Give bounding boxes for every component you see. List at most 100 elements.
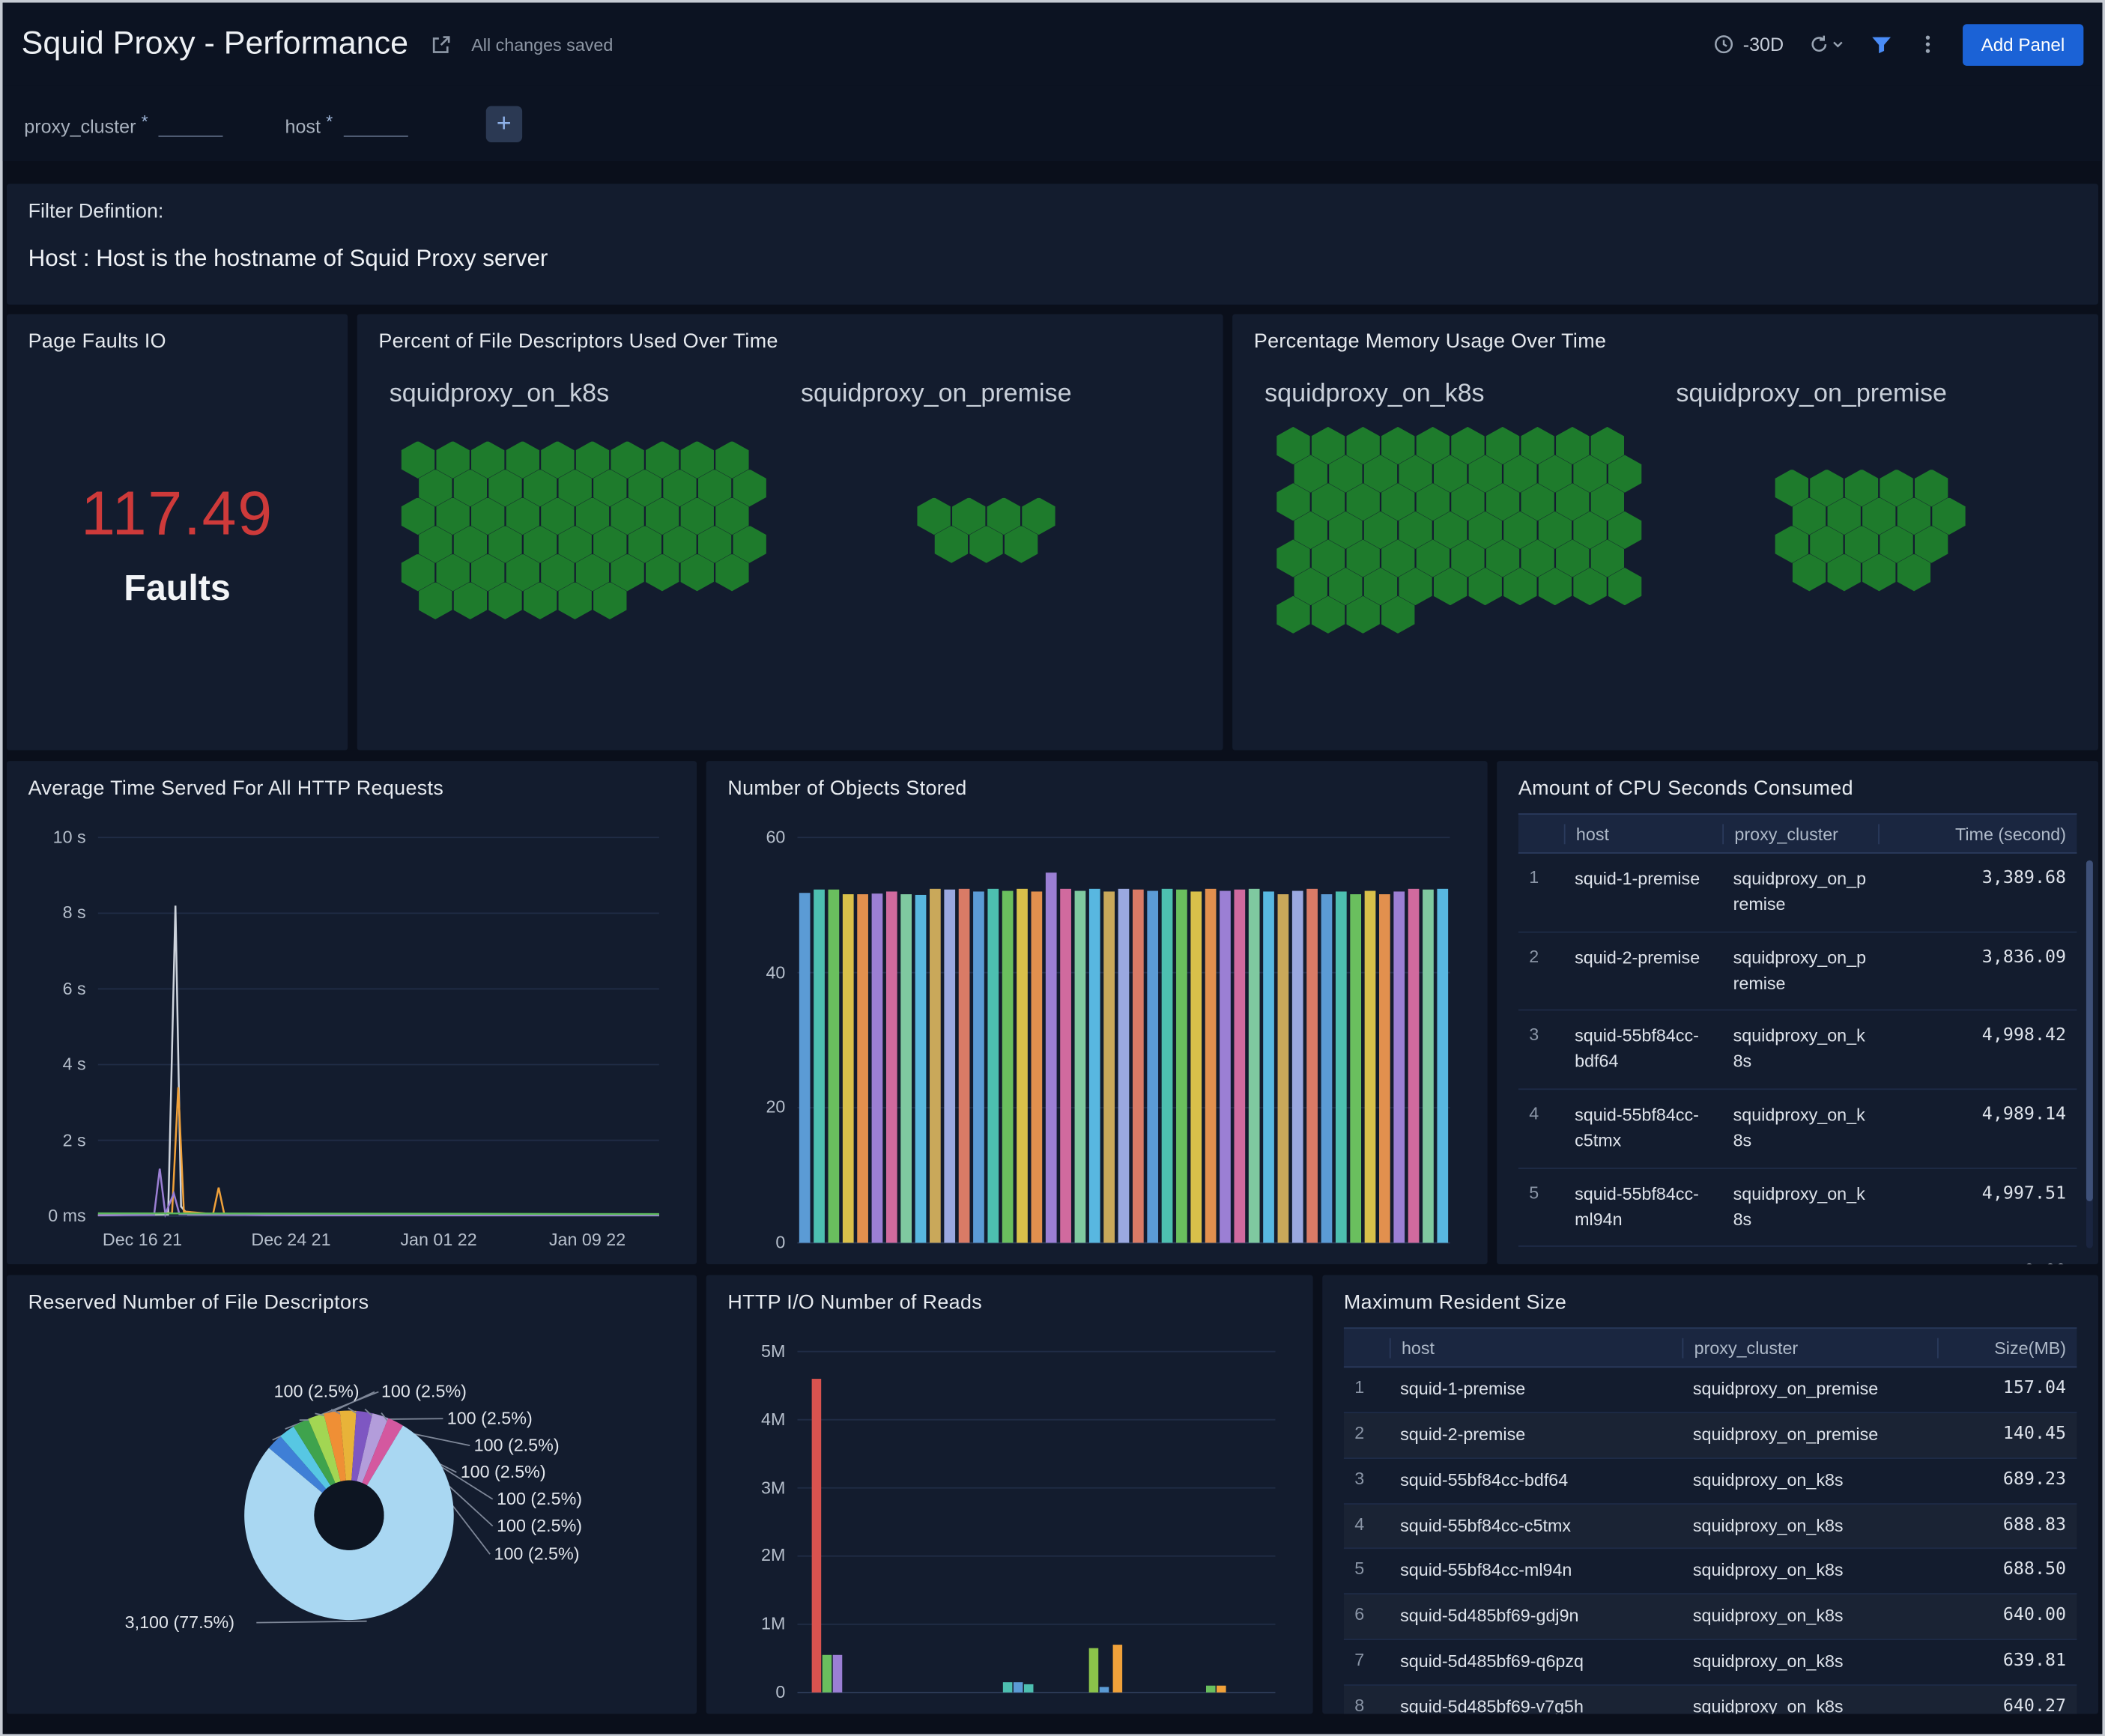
table-row[interactable]: 2squid-2-premisesquidproxy_on_premise3,8… [1518, 932, 2077, 1011]
table-row[interactable]: 5squid-55bf84cc-ml94nsquidproxy_on_k8s4,… [1518, 1168, 2077, 1247]
bar[interactable] [1321, 894, 1333, 1242]
refresh-button[interactable] [1808, 34, 1845, 55]
host-input[interactable] [344, 110, 408, 137]
bar[interactable] [1306, 889, 1318, 1243]
bar[interactable] [1089, 889, 1100, 1243]
x-axis-tick-label: Dec 24 21 [251, 1230, 330, 1250]
bar[interactable] [833, 1655, 843, 1693]
bar[interactable] [1336, 891, 1347, 1242]
table-row[interactable]: 5squid-55bf84cc-ml94nsquidproxy_on_k8s68… [1344, 1550, 2077, 1595]
bar[interactable] [872, 893, 883, 1242]
bar[interactable] [1002, 891, 1014, 1243]
bar[interactable] [1046, 872, 1057, 1242]
proxy-cluster-input[interactable] [159, 110, 223, 137]
bar[interactable] [1113, 1645, 1123, 1693]
table-header-cell[interactable]: proxy_cluster [1722, 823, 1878, 843]
bar[interactable] [1379, 894, 1390, 1242]
bar[interactable] [1176, 890, 1187, 1243]
bar[interactable] [1014, 1682, 1023, 1693]
bar[interactable] [900, 894, 912, 1242]
table-header-cell[interactable]: Time (second) [1878, 823, 2077, 843]
bar[interactable] [1103, 891, 1115, 1242]
table-header-cell[interactable]: Size(MB) [1937, 1338, 2077, 1358]
table-row[interactable]: 4squid-55bf84cc-c5tmxsquidproxy_on_k8s68… [1344, 1504, 2077, 1550]
bar[interactable] [829, 890, 840, 1243]
time-range-button[interactable]: -30D [1713, 34, 1784, 55]
bar[interactable] [1350, 894, 1361, 1242]
bar[interactable] [944, 890, 955, 1243]
bar[interactable] [1089, 1648, 1099, 1693]
bar[interactable] [1190, 891, 1202, 1242]
bar[interactable] [1060, 889, 1071, 1243]
table-row[interactable]: 6squid-578869dc6b-squidproxy_on_k8s0.00 [1518, 1248, 2077, 1265]
bar[interactable] [1024, 1684, 1034, 1693]
bar[interactable] [886, 891, 897, 1242]
table-row[interactable]: 1squid-1-premisesquidproxy_on_premise157… [1344, 1368, 2077, 1413]
table-row[interactable]: 1squid-1-premisesquidproxy_on_premise3,3… [1518, 854, 2077, 932]
bar[interactable] [1147, 891, 1158, 1243]
table-row[interactable]: 6squid-5d485bf69-gdj9nsquidproxy_on_k8s6… [1344, 1594, 2077, 1640]
add-filter-button[interactable]: + [485, 106, 521, 142]
bar[interactable] [1003, 1682, 1013, 1693]
table-row[interactable]: 7squid-5d485bf69-q6pzqsquidproxy_on_k8s6… [1344, 1640, 2077, 1686]
table-row[interactable]: 3squid-55bf84cc-bdf64squidproxy_on_k8s68… [1344, 1458, 2077, 1504]
pie-slice-label: 3,100 (77.5%) [125, 1612, 234, 1632]
bar[interactable] [1278, 894, 1289, 1242]
bar[interactable] [1234, 890, 1245, 1243]
bar[interactable] [1437, 889, 1448, 1243]
table-header-cell[interactable]: proxy_cluster [1683, 1338, 1937, 1358]
bar[interactable] [1292, 891, 1303, 1243]
y-axis-tick-label: 0 [727, 1232, 785, 1254]
filter-icon[interactable] [1870, 33, 1892, 55]
table-header-cell[interactable]: host [1564, 823, 1722, 843]
y-axis-tick-label: 4M [727, 1409, 785, 1430]
bar[interactable] [1133, 890, 1144, 1243]
bar[interactable] [1118, 889, 1130, 1243]
bar[interactable] [1217, 1686, 1226, 1693]
bar[interactable] [1017, 889, 1028, 1243]
table-row[interactable]: 8squid-5d485bf69-v7g5hsquidproxy_on_k8s6… [1344, 1686, 2077, 1714]
bar[interactable] [1365, 891, 1376, 1243]
pie-slice-label: 100 (2.5%) [497, 1515, 582, 1535]
bar[interactable] [959, 889, 970, 1243]
bar[interactable] [973, 891, 984, 1242]
bar[interactable] [915, 895, 927, 1243]
bar[interactable] [1220, 891, 1231, 1243]
table-header-cell[interactable]: host [1390, 1338, 1683, 1358]
pie-slice-label: 100 (2.5%) [474, 1435, 560, 1455]
header: Squid Proxy - Performance All changes sa… [3, 3, 2103, 86]
panel-page-faults: Page Faults IO 117.49 Faults [7, 314, 348, 750]
bar[interactable] [1162, 889, 1173, 1243]
bar[interactable] [799, 893, 811, 1242]
bar[interactable] [843, 894, 854, 1242]
y-axis-tick-label: 0 ms [28, 1205, 86, 1227]
bar[interactable] [1100, 1687, 1109, 1693]
table-row[interactable]: 2squid-2-premisesquidproxy_on_premise140… [1344, 1413, 2077, 1459]
table-row[interactable]: 4squid-55bf84cc-c5tmxsquidproxy_on_k8s4,… [1518, 1090, 2077, 1168]
share-icon[interactable] [430, 33, 452, 55]
bar[interactable] [1249, 889, 1260, 1243]
bar[interactable] [987, 889, 999, 1243]
bar[interactable] [823, 1655, 832, 1693]
bar[interactable] [1393, 891, 1405, 1242]
kebab-menu-icon[interactable] [1917, 34, 1939, 55]
bar[interactable] [1206, 1686, 1216, 1693]
bar[interactable] [814, 890, 825, 1243]
bar[interactable] [930, 889, 941, 1243]
scrollbar-thumb[interactable] [2086, 861, 2093, 1202]
y-axis-tick-label: 2M [727, 1545, 785, 1567]
bar[interactable] [812, 1379, 822, 1693]
bar[interactable] [1408, 889, 1420, 1243]
bar[interactable] [1263, 891, 1274, 1242]
page-faults-value: 117.49 [28, 476, 327, 549]
bar[interactable] [1075, 891, 1086, 1243]
bar[interactable] [1032, 891, 1043, 1242]
row-index: 5 [1518, 1182, 1564, 1202]
scrollbar[interactable] [2086, 861, 2093, 1248]
add-panel-button[interactable]: Add Panel [1962, 23, 2083, 65]
table-row[interactable]: 3squid-55bf84cc-bdf64squidproxy_on_k8s4,… [1518, 1011, 2077, 1090]
bar[interactable] [1205, 889, 1217, 1243]
bar[interactable] [1423, 890, 1434, 1243]
table-cell: 688.83 [1937, 1514, 2077, 1539]
bar[interactable] [857, 894, 868, 1242]
